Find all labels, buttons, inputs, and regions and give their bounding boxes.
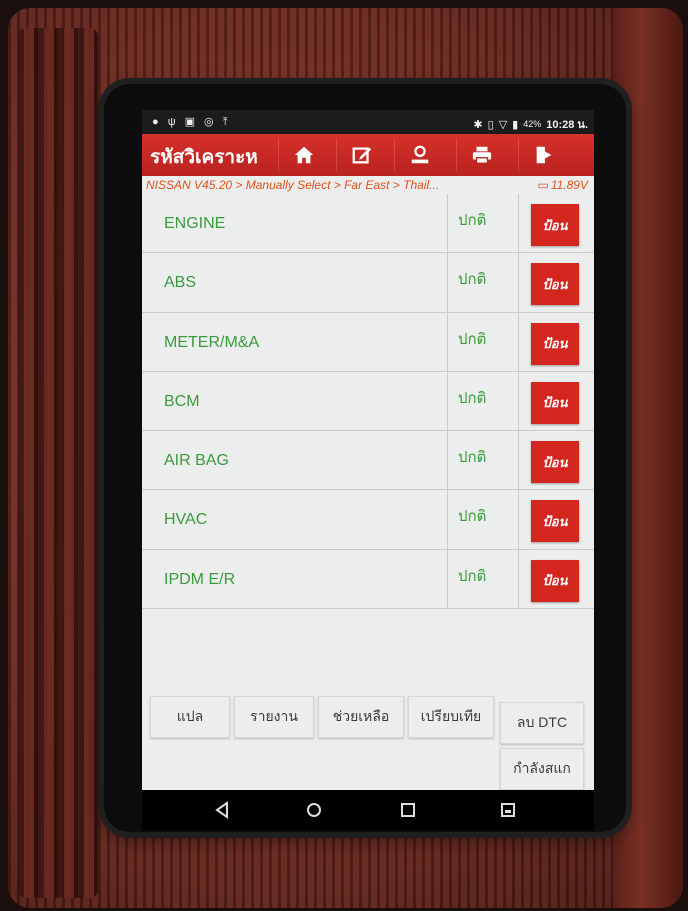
- system-row-hvac: HVAC ปกติ ป้อน: [142, 490, 594, 550]
- report-button[interactable]: รายงาน: [234, 696, 314, 738]
- status-bar: ● ψ ▣ ◎ ⤒ ✱ ▯ ▽ ▮ 42% 10:28 น.: [142, 110, 594, 134]
- edit-icon: [352, 147, 371, 164]
- system-name: IPDM E/R: [164, 570, 236, 588]
- app-header: รหัสวิเคราะห: [142, 134, 594, 176]
- back-icon[interactable]: [212, 800, 232, 820]
- divider: [518, 371, 519, 431]
- translate-button[interactable]: แปล: [150, 696, 230, 738]
- system-row-airbag: AIR BAG ปกติ ป้อน: [142, 431, 594, 491]
- compare-button[interactable]: เปรียบเทีย: [408, 696, 494, 738]
- divider: [447, 490, 448, 549]
- battery-level: 42%: [523, 119, 542, 129]
- divider: [447, 253, 448, 312]
- enter-button[interactable]: ป้อน: [531, 263, 579, 306]
- system-status: ปกติ: [458, 271, 487, 289]
- home-icon[interactable]: [304, 800, 324, 820]
- enter-button[interactable]: ป้อน: [531, 441, 579, 484]
- system-row-bcm: BCM ปกติ ป้อน: [142, 371, 594, 432]
- divider: [518, 194, 519, 253]
- system-status: ปกติ: [458, 389, 487, 407]
- divider: [447, 549, 448, 609]
- page-title: รหัสวิเคราะห: [150, 147, 258, 168]
- system-name: BCM: [164, 392, 200, 410]
- battery-voltage: 11.89V: [550, 178, 588, 192]
- bottom-toolbar: แปล รายงาน ช่วยเหลือ เปรียบเทีย ลบ DTC ก…: [142, 696, 594, 790]
- system-row-abs: ABS ปกติ ป้อน: [142, 253, 594, 313]
- battery-icon: ▮: [512, 118, 519, 131]
- system-name: HVAC: [164, 511, 208, 529]
- help-button[interactable]: ช่วยเหลือ: [318, 696, 404, 738]
- divider: [447, 371, 448, 431]
- enter-button[interactable]: ป้อน: [531, 322, 579, 365]
- system-name: METER/M&A: [164, 333, 260, 351]
- divider: [447, 431, 448, 490]
- clear-dtc-button[interactable]: ลบ DTC: [500, 702, 584, 744]
- divider: [447, 312, 448, 371]
- notification-icons: ● ψ ▣ ◎ ⤒: [152, 116, 231, 128]
- profile-button[interactable]: [394, 138, 444, 172]
- wifi-icon: ▽: [498, 118, 508, 131]
- recents-icon[interactable]: [398, 800, 418, 820]
- bluetooth-icon: ✱: [473, 118, 483, 131]
- divider: [518, 431, 519, 490]
- system-status: ปกติ: [458, 449, 487, 467]
- vibrate-icon: ▯: [487, 118, 494, 131]
- divider: [518, 312, 519, 371]
- enter-button[interactable]: ป้อน: [531, 559, 579, 602]
- divider: [447, 194, 448, 253]
- system-list: ENGINE ปกติ ป้อน ABS ปกติ ป้อน METER/M&A…: [142, 194, 594, 610]
- divider: [518, 549, 519, 609]
- breadcrumb: NISSAN V45.20 > Manually Select > Far Ea…: [142, 176, 594, 194]
- system-name: ABS: [164, 274, 197, 292]
- system-row-meter: METER/M&A ปกติ ป้อน: [142, 312, 594, 372]
- screen: ● ψ ▣ ◎ ⤒ ✱ ▯ ▽ ▮ 42% 10:28 น. รหัสวิเคร…: [142, 110, 594, 790]
- system-status: ปกติ: [458, 508, 487, 526]
- enter-button[interactable]: ป้อน: [531, 500, 579, 543]
- print-button[interactable]: [456, 138, 506, 172]
- edit-button[interactable]: [336, 138, 386, 172]
- system-row-engine: ENGINE ปกติ ป้อน: [142, 194, 594, 254]
- system-name: AIR BAG: [164, 452, 229, 470]
- system-status: ปกติ: [458, 212, 487, 229]
- scanning-button[interactable]: กำลังสแก: [500, 748, 584, 790]
- divider: [518, 253, 519, 312]
- system-status: ปกติ: [458, 567, 487, 585]
- system-row-ipdm: IPDM E/R ปกติ ป้อน: [142, 549, 594, 610]
- divider: [518, 490, 519, 549]
- breadcrumb-path: NISSAN V45.20 > Manually Select > Far Ea…: [146, 178, 440, 192]
- home-button[interactable]: [278, 138, 328, 172]
- home-icon: [294, 146, 313, 164]
- user-icon: [411, 145, 428, 164]
- system-name: ENGINE: [164, 215, 226, 232]
- screenshot-icon[interactable]: [498, 800, 518, 820]
- enter-button[interactable]: ป้อน: [531, 381, 579, 424]
- navigation-bar: [142, 790, 594, 830]
- battery-voltage-icon: ▭: [537, 178, 549, 192]
- exit-button[interactable]: [518, 138, 568, 172]
- system-status: ปกติ: [458, 330, 487, 348]
- exit-icon: [536, 146, 551, 164]
- print-icon: [472, 146, 491, 164]
- clock-time: 10:28 น.: [546, 119, 588, 131]
- case-ribs: [18, 28, 98, 898]
- enter-button[interactable]: ป้อน: [531, 204, 579, 246]
